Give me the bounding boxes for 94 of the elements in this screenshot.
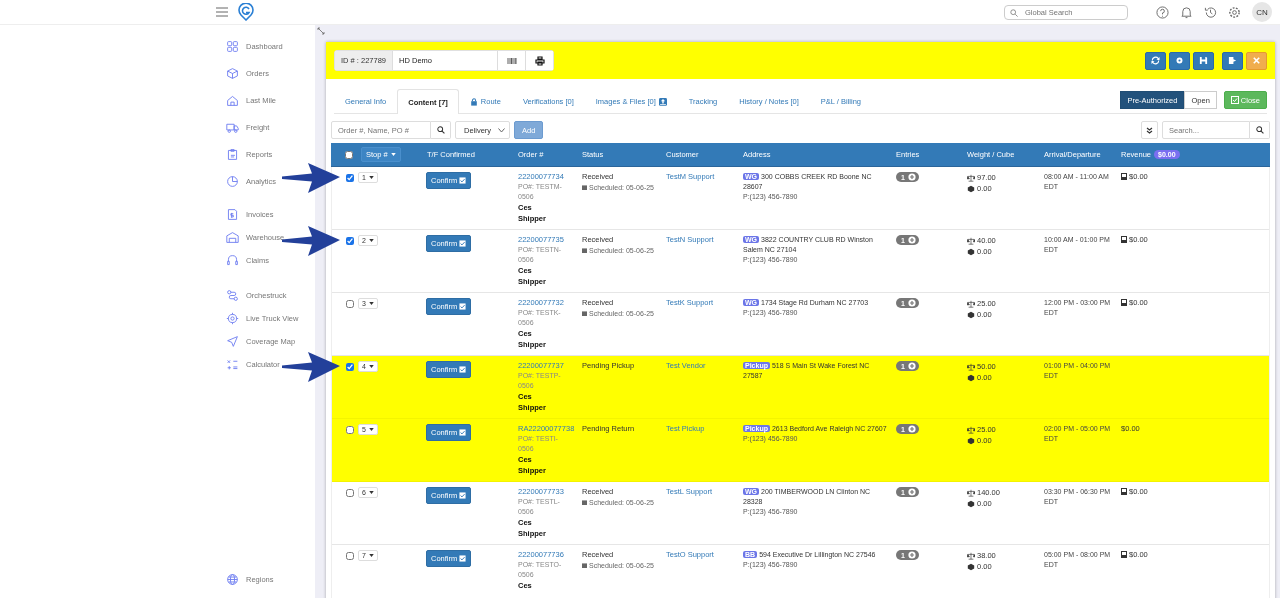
cube-icon [967,373,975,382]
caret-icon [368,428,374,431]
headset-icon [226,254,239,267]
checkbox-icon [459,492,467,499]
search-icon [1010,8,1018,17]
cube-icon [967,499,975,508]
chart-icon [226,175,239,188]
scale-icon [967,173,975,182]
checkbox-icon [459,303,467,310]
close-icon [1252,56,1261,65]
checkbox-icon [459,240,467,247]
nodes-icon [226,289,239,302]
expand-button[interactable] [1141,121,1158,139]
row-checkbox[interactable] [346,426,354,434]
row-checkbox[interactable] [346,552,354,560]
plus-icon [907,488,916,496]
calculator-icon [226,358,239,371]
calendar-icon [582,563,587,568]
checkbox-icon [459,555,467,562]
invoice-icon [226,208,239,221]
settings-icon[interactable] [1228,5,1241,19]
caret-icon [368,365,374,368]
plus-icon [907,236,916,244]
globe-icon [226,573,239,586]
checkbox-icon [459,177,467,184]
calendar-icon [582,500,587,505]
grid-icon [226,40,239,53]
scale-icon [967,488,975,497]
scale-icon [967,551,975,560]
lock-icon [469,97,478,106]
scale-icon [967,236,975,245]
caret-icon [368,239,374,242]
close-button[interactable] [1246,51,1267,70]
user-avatar[interactable]: CN [1252,2,1272,22]
row-checkbox[interactable] [346,237,354,245]
checkbox-icon [459,366,467,373]
cube-icon [967,562,975,571]
plus-icon [907,173,916,181]
calendar-icon [582,248,587,253]
search-button[interactable] [1250,121,1270,139]
scale-icon [967,425,975,434]
row-checkbox[interactable] [346,363,354,371]
plus-icon [907,425,916,433]
gear-icon [1175,56,1184,65]
printer-icon [534,55,545,66]
row-checkbox[interactable] [346,300,354,308]
help-icon[interactable] [1156,5,1169,19]
search-button[interactable] [431,121,451,139]
save-and-send-button[interactable] [1222,51,1243,70]
box-icon [226,67,239,80]
select-all-checkbox[interactable] [345,150,353,159]
upload-icon [658,97,667,106]
search-icon [436,126,445,134]
caret-icon [368,491,374,494]
cube-icon [967,310,975,319]
caret-icon [390,153,396,156]
barcode-icon [506,55,517,66]
navigation-icon [226,335,239,348]
target-icon [226,312,239,325]
resize-icon[interactable] [317,27,325,35]
double-chevron-icon [1146,126,1153,134]
truck-icon [226,121,239,134]
cube-icon [967,184,975,193]
scale-icon [967,362,975,371]
calendar-icon [582,311,587,316]
search-icon [1255,126,1264,134]
caret-icon [368,302,374,305]
cube-icon [967,436,975,445]
row-checkbox[interactable] [346,174,354,182]
calendar-icon [582,185,587,190]
logo-icon[interactable] [238,3,254,21]
checkbox-icon [459,429,467,436]
caret-icon [368,554,374,557]
checkbox-icon [1230,96,1239,104]
warehouse-icon [226,231,239,244]
print-button[interactable] [525,51,554,70]
floppy-arrow-icon [1228,56,1237,65]
scale-icon [967,299,975,308]
house-icon [226,94,239,107]
save-button[interactable] [1193,51,1214,70]
settings-button[interactable] [1169,51,1190,70]
refresh-icon [1151,56,1160,65]
floppy-icon [1199,56,1208,65]
clipboard-icon [226,148,239,161]
plus-icon [907,551,916,559]
caret-icon [368,176,374,179]
history-icon[interactable] [1204,5,1217,19]
row-checkbox[interactable] [346,489,354,497]
cube-icon [967,247,975,256]
chevron-icon [498,127,505,133]
bell-icon[interactable] [1180,5,1193,19]
plus-icon [907,299,916,307]
plus-icon [907,362,916,370]
refresh-button[interactable] [1145,51,1166,70]
